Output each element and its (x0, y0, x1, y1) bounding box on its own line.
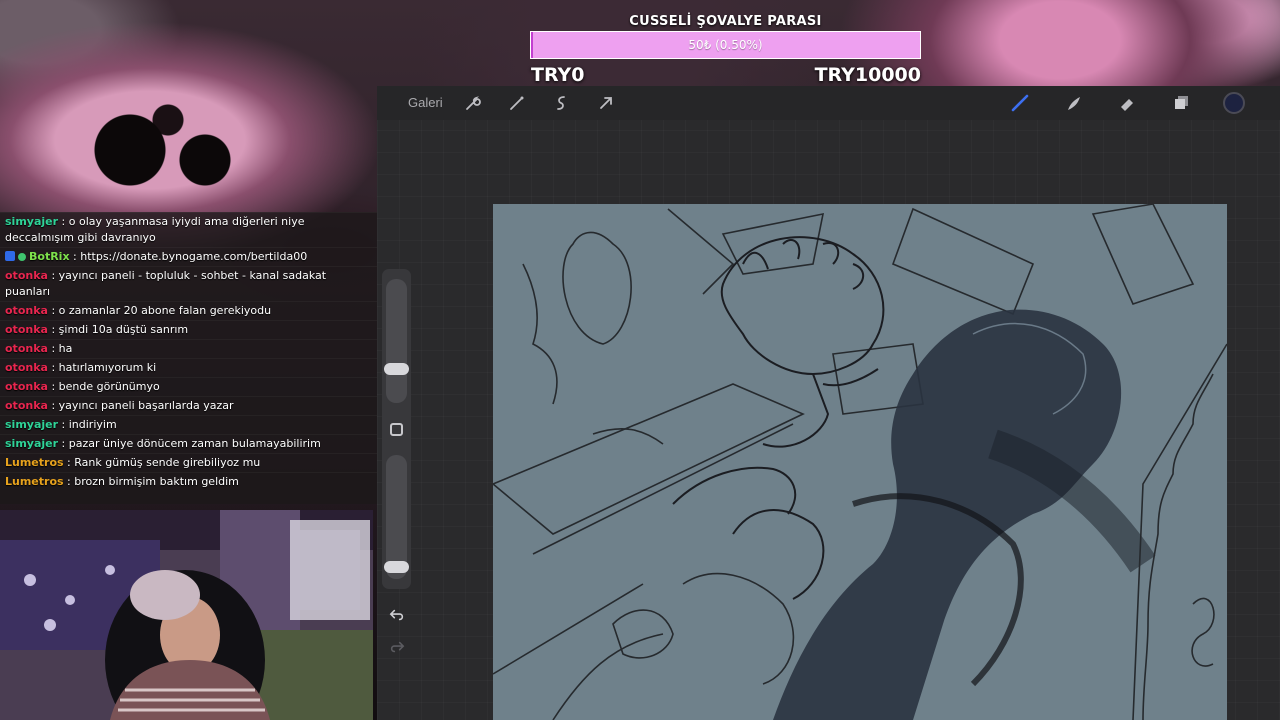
chat-username[interactable]: Lumetros (5, 456, 64, 469)
chat-username[interactable]: otonka (5, 269, 48, 282)
chat-username[interactable]: otonka (5, 342, 48, 355)
chat-separator: : (58, 437, 69, 450)
chat-separator: : (47, 269, 59, 282)
chat-message: otonka : o zamanlar 20 abone falan gerek… (0, 301, 377, 320)
chat-username[interactable]: simyajer (5, 418, 58, 431)
wrench-icon[interactable] (463, 93, 483, 113)
color-picker-swatch[interactable] (1223, 92, 1245, 114)
chat-message: simyajer : indiriyim (0, 415, 377, 434)
chat-text: o zamanlar 20 abone falan gerekiyodu (58, 304, 272, 317)
chat-username[interactable]: otonka (5, 380, 48, 393)
goal-progress-text: 50₺ (0.50%) (688, 38, 763, 52)
chat-message: otonka : yayıncı paneli başarılarda yaza… (0, 396, 377, 415)
eraser-icon[interactable] (1117, 93, 1137, 113)
chat-separator: : (47, 304, 59, 317)
brush-icon[interactable] (1010, 93, 1030, 113)
goal-min-label: TRY0 (531, 64, 585, 86)
chat-separator: : (47, 399, 59, 412)
goal-title: CUSSELİ ŞOVALYE PARASI (629, 14, 822, 29)
chat-text: hatırlamıyorum ki (58, 361, 157, 374)
opacity-slider[interactable] (384, 455, 409, 579)
magic-wand-icon[interactable] (507, 93, 527, 113)
transform-arrow-icon[interactable] (596, 93, 616, 113)
redo-icon[interactable] (388, 638, 406, 656)
chat-message: otonka : şimdi 10a düştü sanrım (0, 320, 377, 339)
chat-username[interactable]: otonka (5, 361, 48, 374)
goal-progress-bar: 50₺ (0.50%) (530, 31, 921, 59)
brush-size-knob[interactable] (384, 363, 409, 375)
chat-message: otonka : hatırlamıyorum ki (0, 358, 377, 377)
chat-message: otonka : bende görünümyo (0, 377, 377, 396)
chat-username[interactable]: otonka (5, 304, 48, 317)
chat-separator: : (58, 418, 69, 431)
eyedropper-square-button[interactable] (390, 423, 403, 436)
gallery-button[interactable]: Galeri (408, 95, 443, 110)
chat-separator: : (58, 215, 69, 228)
chat-username[interactable]: otonka (5, 399, 48, 412)
undo-icon[interactable] (388, 606, 406, 624)
chat-username[interactable]: BotRix (29, 250, 70, 263)
verified-badge-icon (18, 253, 26, 261)
chat-username[interactable]: Lumetros (5, 475, 64, 488)
chat-separator: : (47, 323, 59, 336)
chat-separator: : (63, 475, 75, 488)
chat-separator: : (63, 456, 75, 469)
chat-username[interactable]: otonka (5, 323, 48, 336)
webcam-feed (0, 510, 373, 720)
chat-message: otonka : yayıncı paneli - topluluk - soh… (0, 266, 377, 301)
chat-message: simyajer : o olay yaşanmasa iyiydi ama d… (0, 212, 377, 247)
drawing-app: Galeri (377, 86, 1280, 720)
chat-text: https://donate.bynogame.com/bertilda00 (80, 250, 308, 263)
chat-username[interactable]: simyajer (5, 437, 58, 450)
chat-panel: simyajer : o olay yaşanmasa iyiydi ama d… (0, 212, 377, 504)
moderator-badge-icon (5, 251, 15, 261)
chat-text: indiriyim (68, 418, 117, 431)
chat-message: Lumetros : Rank gümüş sende girebiliyoz … (0, 453, 377, 472)
chat-text: brozn birmişim baktım geldim (74, 475, 239, 488)
chat-text: bende görünümyo (58, 380, 160, 393)
opacity-knob[interactable] (384, 561, 409, 574)
chat-text: Rank gümüş sende girebiliyoz mu (74, 456, 261, 469)
chat-text: şimdi 10a düştü sanrım (58, 323, 189, 336)
smudge-icon[interactable] (1064, 93, 1084, 113)
drawing-canvas[interactable] (493, 204, 1227, 720)
layers-icon[interactable] (1171, 93, 1191, 113)
chat-message: BotRix : https://donate.bynogame.com/ber… (0, 247, 377, 266)
chat-message: Lumetros : brozn birmişim baktım geldim (0, 472, 377, 491)
chat-separator: : (47, 380, 59, 393)
webcam-image (0, 510, 373, 720)
chat-text: yayıncı paneli başarılarda yazar (58, 399, 234, 412)
chat-message: simyajer : pazar üniye dönücem zaman bul… (0, 434, 377, 453)
brush-size-slider[interactable] (384, 279, 409, 403)
goal-max-label: TRY10000 (814, 64, 921, 86)
selection-icon[interactable] (551, 93, 571, 113)
app-toolbar: Galeri (377, 86, 1280, 120)
chat-username[interactable]: simyajer (5, 215, 58, 228)
chat-separator: : (69, 250, 81, 263)
artwork-sketch (493, 204, 1227, 720)
side-slider-panel (382, 269, 411, 589)
chat-text: ha (58, 342, 73, 355)
chat-text: pazar üniye dönücem zaman bulamayabiliri… (68, 437, 321, 450)
chat-separator: : (47, 361, 59, 374)
chat-separator: : (47, 342, 59, 355)
chat-message: otonka : ha (0, 339, 377, 358)
